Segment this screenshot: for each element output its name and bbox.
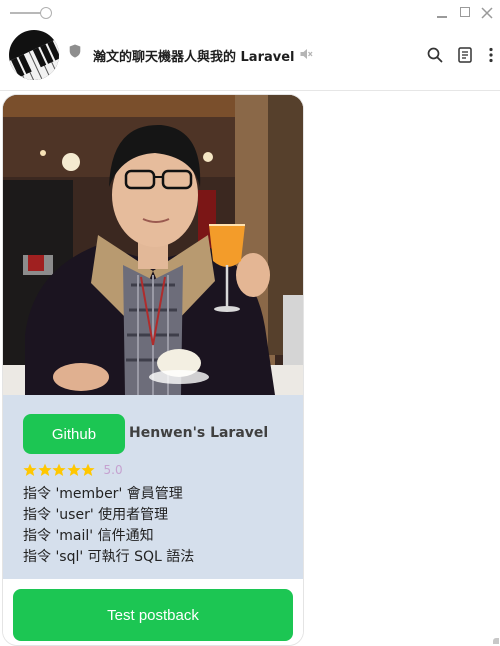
command-item: 指令 'member' 會員管理 [23,486,183,502]
more-vertical-icon [489,47,493,63]
search-button[interactable] [426,46,444,64]
mute-icon [300,49,313,59]
card-footer: Test postback [3,579,303,645]
pin-slider[interactable] [10,6,54,20]
rating-value: 5.0 [103,463,123,477]
close-button[interactable] [480,5,494,19]
search-icon [427,47,443,63]
notes-button[interactable] [456,46,474,64]
test-postback-button[interactable]: Test postback [13,589,293,641]
star-icon [23,463,37,476]
command-item: 指令 'sql' 可執行 SQL 語法 [23,549,195,565]
chat-title: 瀚文的聊天機器人與我的 Laravel [93,50,295,65]
piano-keys-avatar-image [9,30,59,80]
card-info-section: Github Henwen's Laravel 5.0 指令 'member' … [3,395,303,579]
close-icon [481,7,493,19]
star-icon [66,463,81,476]
avatar[interactable] [9,30,59,80]
pin-slider-track [10,12,42,14]
minimize-button[interactable] [435,5,449,19]
notes-icon [458,47,472,63]
github-button[interactable]: Github [23,414,125,454]
chat-header: 瀚文的聊天機器人與我的 Laravel [0,26,500,91]
window-titlebar [0,0,500,26]
maximize-button[interactable] [458,5,472,19]
hero-photo [3,95,303,395]
shield-icon [69,44,81,58]
command-item: 指令 'mail' 信件通知 [23,528,154,544]
pin-slider-knob[interactable] [40,7,52,19]
command-list: 指令 'member' 會員管理 指令 'user' 使用者管理 指令 'mai… [23,484,194,568]
resize-grip[interactable] [493,638,499,644]
star-icon [52,463,66,476]
more-options-button[interactable] [484,46,500,64]
star-icon [37,463,52,476]
repo-name: Henwen's Laravel [129,425,269,441]
rating: 5.0 [23,461,123,479]
flex-message-card: Github Henwen's Laravel 5.0 指令 'member' … [3,95,303,645]
command-item: 指令 'user' 使用者管理 [23,507,169,523]
star-icon [81,463,95,476]
